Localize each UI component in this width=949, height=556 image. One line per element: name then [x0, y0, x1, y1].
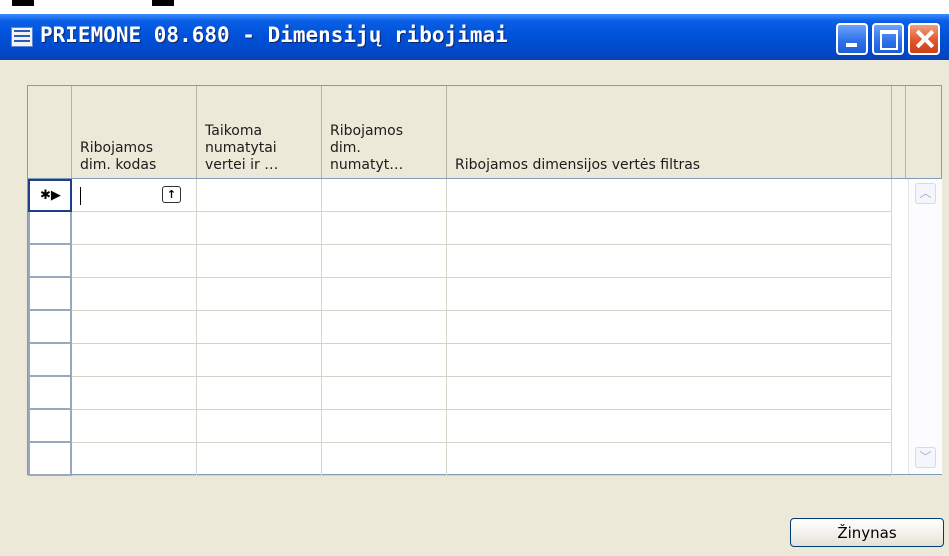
background-glyph	[12, 0, 34, 6]
table-cell[interactable]	[322, 212, 447, 245]
table-cell[interactable]	[447, 245, 892, 278]
column-header-dim-code[interactable]: Ribojamos dim. kodas	[72, 86, 197, 178]
table-cell[interactable]	[197, 245, 322, 278]
table-cell[interactable]	[197, 410, 322, 443]
table-cell[interactable]	[322, 443, 447, 476]
table-cell[interactable]	[322, 410, 447, 443]
table-cell[interactable]	[322, 377, 447, 410]
row-selector[interactable]: ✱▶	[28, 179, 72, 212]
row-selector[interactable]	[28, 311, 72, 344]
row-selector[interactable]	[28, 278, 72, 311]
table-cell[interactable]	[72, 410, 197, 443]
row-selector[interactable]	[28, 212, 72, 245]
vertical-scrollbar[interactable]: ︿ ﹀	[908, 179, 942, 474]
new-record-marker-icon: ✱▶	[40, 188, 61, 203]
table-cell[interactable]	[72, 344, 197, 377]
scroll-down-icon[interactable]: ﹀	[915, 447, 936, 468]
table-cell[interactable]	[447, 443, 892, 476]
title-bar[interactable]: PRIEMONE 08.680 - Dimensijų ribojimai	[0, 14, 949, 60]
scroll-up-icon[interactable]: ︿	[915, 183, 936, 204]
minimize-button[interactable]	[836, 23, 868, 55]
background-strip	[0, 0, 949, 14]
table-cell[interactable]	[447, 179, 892, 212]
text-cursor	[80, 187, 81, 205]
background-glyph	[152, 0, 174, 6]
grid-header: Ribojamos dim. kodas Taikoma numatytai v…	[28, 86, 941, 179]
table-cell[interactable]	[197, 311, 322, 344]
table-cell[interactable]	[197, 212, 322, 245]
table-cell[interactable]	[447, 311, 892, 344]
table-cell[interactable]	[197, 344, 322, 377]
row-selector-header	[28, 86, 72, 178]
dimension-restrictions-grid[interactable]: Ribojamos dim. kodas Taikoma numatytai v…	[27, 85, 942, 476]
table-cell[interactable]	[72, 278, 197, 311]
window-title: PRIEMONE 08.680 - Dimensijų ribojimai	[40, 23, 508, 47]
table-cell[interactable]	[322, 179, 447, 212]
row-selector[interactable]	[28, 410, 72, 443]
help-button[interactable]: Žinynas	[790, 518, 944, 547]
close-button[interactable]	[908, 23, 940, 55]
row-selector[interactable]	[28, 377, 72, 410]
window-body: Ribojamos dim. kodas Taikoma numatytai v…	[0, 60, 949, 556]
row-selector[interactable]	[28, 245, 72, 278]
table-cell[interactable]	[322, 278, 447, 311]
row-selector[interactable]	[28, 344, 72, 377]
table-cell[interactable]	[72, 311, 197, 344]
column-header-dim-default[interactable]: Ribojamos dim. numatyt…	[322, 86, 447, 178]
lookup-arrow-icon[interactable]: ↑	[162, 186, 181, 203]
table-cell[interactable]	[72, 212, 197, 245]
table-cell[interactable]	[322, 344, 447, 377]
table-cell[interactable]	[447, 278, 892, 311]
maximize-button[interactable]	[872, 23, 904, 55]
table-cell[interactable]	[72, 245, 197, 278]
table-cell[interactable]	[72, 443, 197, 476]
table-cell[interactable]	[197, 179, 322, 212]
table-cell[interactable]: ↑	[72, 179, 197, 212]
column-header-applies-default[interactable]: Taikoma numatytai vertei ir …	[197, 86, 322, 178]
table-cell[interactable]	[322, 245, 447, 278]
table-cell[interactable]	[197, 278, 322, 311]
column-header-value-filter[interactable]: Ribojamos dimensijos vertės filtras	[447, 86, 892, 178]
table-cell[interactable]	[447, 344, 892, 377]
header-spacer	[892, 86, 906, 178]
table-window-icon	[11, 27, 33, 47]
table-cell[interactable]	[447, 377, 892, 410]
row-selector[interactable]	[28, 443, 72, 476]
table-cell[interactable]	[197, 443, 322, 476]
table-cell[interactable]	[197, 377, 322, 410]
table-cell[interactable]	[447, 410, 892, 443]
table-cell[interactable]	[72, 377, 197, 410]
table-cell[interactable]	[447, 212, 892, 245]
table-cell[interactable]	[322, 311, 447, 344]
